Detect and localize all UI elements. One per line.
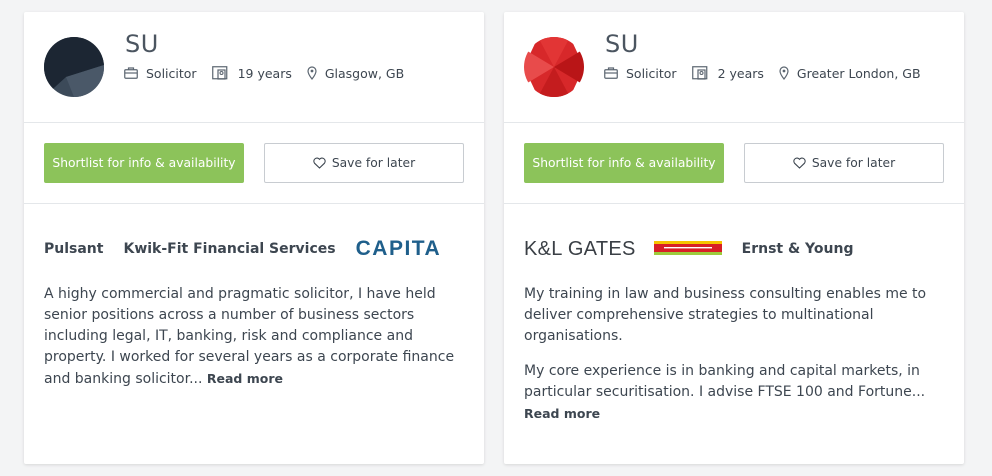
briefcase-icon: [124, 67, 138, 79]
location-label: Greater London, GB: [796, 65, 921, 81]
bio-paragraph: A highy commercial and pragmatic solicit…: [44, 286, 455, 387]
role-item: Solicitor: [124, 66, 197, 81]
card-header: SU Solicitor 19 years Glasgow, GB: [24, 12, 484, 123]
save-for-later-button[interactable]: Save for later: [264, 143, 464, 183]
experience-item: 19 years: [211, 65, 292, 81]
company-marks-spencer-logo: [653, 240, 722, 258]
save-for-later-button[interactable]: Save for later: [744, 143, 944, 183]
location-item: Glasgow, GB: [307, 66, 404, 81]
expert-card: SU Solicitor 2 years Greater London, GB …: [504, 12, 964, 464]
location-pin-icon: [307, 66, 317, 80]
location-label: Glasgow, GB: [324, 65, 405, 81]
expert-bio: A highy commercial and pragmatic solicit…: [44, 284, 464, 404]
card-header: SU Solicitor 2 years Greater London, GB: [504, 12, 964, 123]
experience-label: 2 years: [717, 65, 764, 81]
read-more-link[interactable]: Read more: [207, 371, 283, 386]
company-logos: K&L GATES Ernst & Young: [524, 230, 944, 268]
expert-name: SU: [125, 30, 159, 58]
shortlist-button[interactable]: Shortlist for info & availability: [44, 143, 244, 183]
heart-icon: [793, 157, 806, 169]
experience-icon: [691, 66, 707, 80]
heart-icon: [313, 157, 326, 169]
avatar[interactable]: [524, 37, 584, 97]
card-actions: Shortlist for info & availability Save f…: [24, 123, 484, 204]
company-logos: Pulsant Kwik-Fit Financial Services CAPI…: [44, 230, 464, 268]
company-ernst-young: Ernst & Young: [741, 241, 854, 257]
experience-label: 19 years: [237, 65, 292, 81]
save-label: Save for later: [811, 156, 896, 170]
location-pin-icon: [779, 66, 789, 80]
company-capita-logo: CAPITA: [355, 237, 442, 260]
role-label: Solicitor: [146, 65, 197, 81]
expert-meta: Solicitor 19 years Glasgow, GB: [124, 65, 419, 81]
read-more-link[interactable]: Read more: [524, 406, 600, 421]
briefcase-icon: [604, 67, 618, 79]
bio-paragraph: My core experience is in banking and cap…: [524, 363, 926, 421]
save-label: Save for later: [331, 156, 416, 170]
company-kl-gates-logo: K&L GATES: [524, 237, 636, 260]
shortlist-button[interactable]: Shortlist for info & availability: [524, 143, 724, 183]
expert-bio: My training in law and business consulti…: [524, 284, 944, 439]
role-item: Solicitor: [604, 66, 677, 81]
avatar[interactable]: [44, 37, 104, 97]
company-kwik-fit: Kwik-Fit Financial Services: [123, 241, 336, 257]
expert-name: SU: [605, 30, 639, 58]
experience-icon: [211, 66, 227, 80]
card-actions: Shortlist for info & availability Save f…: [504, 123, 964, 204]
marks-spencer-logo-graphic: [653, 241, 722, 255]
location-item: Greater London, GB: [779, 66, 921, 81]
bio-paragraph: My training in law and business consulti…: [524, 286, 927, 344]
experience-item: 2 years: [691, 65, 764, 81]
company-pulsant: Pulsant: [44, 241, 104, 257]
expert-card: SU Solicitor 19 years Glasgow, GB Shortl…: [24, 12, 484, 464]
role-label: Solicitor: [626, 65, 677, 81]
expert-meta: Solicitor 2 years Greater London, GB: [604, 65, 936, 81]
